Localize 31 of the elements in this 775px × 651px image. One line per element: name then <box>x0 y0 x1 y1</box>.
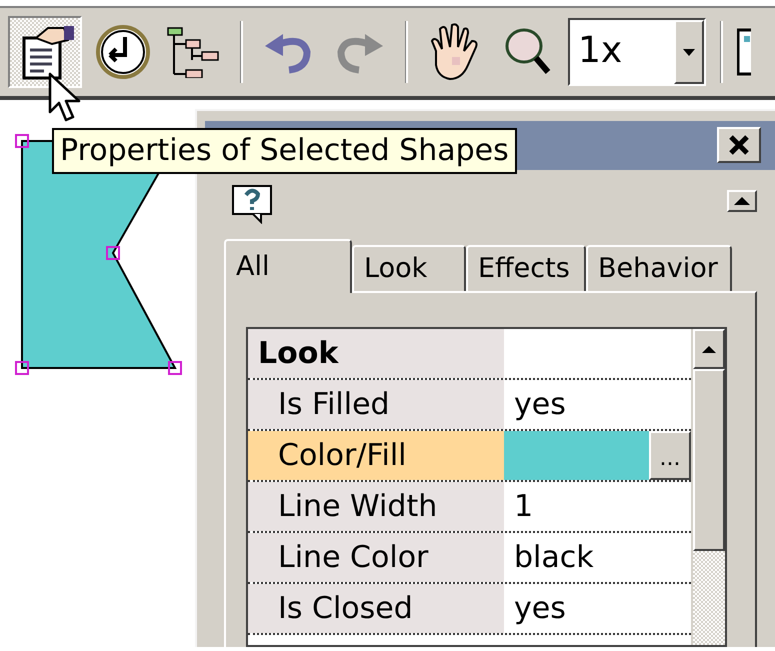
dropdown-arrow-icon <box>683 48 695 56</box>
close-button[interactable] <box>717 127 761 164</box>
properties-button[interactable] <box>8 16 82 88</box>
clock-icon <box>94 23 152 81</box>
tree-icon <box>166 26 222 78</box>
property-value[interactable]: yes <box>504 584 566 634</box>
property-name[interactable]: Is Closed <box>248 584 504 634</box>
property-value[interactable]: 1 <box>504 482 534 532</box>
tooltip: Properties of Selected Shapes <box>52 128 517 174</box>
category-header[interactable]: Look <box>248 329 504 378</box>
property-name[interactable]: Line Width <box>248 482 504 532</box>
up-arrow-icon <box>702 346 716 353</box>
scroll-up-button[interactable] <box>693 329 725 370</box>
color-swatch[interactable] <box>504 431 649 480</box>
scrollbar-thumb[interactable] <box>693 369 725 552</box>
up-arrow-icon <box>734 196 750 205</box>
zoom-dropdown[interactable]: 1x <box>568 18 706 86</box>
property-name[interactable]: Line Color <box>248 533 504 582</box>
collapse-button[interactable] <box>727 190 757 212</box>
tab[interactable]: Behavior <box>586 245 732 292</box>
property-value[interactable]: yes <box>504 380 566 430</box>
tab[interactable]: All <box>224 239 352 294</box>
tab[interactable]: Look <box>352 245 466 292</box>
property-name[interactable]: Color/Fill <box>248 431 504 480</box>
close-icon <box>728 135 750 156</box>
browse-button[interactable]: ... <box>649 431 691 480</box>
property-name[interactable]: Is Filled <box>248 380 504 430</box>
tab[interactable]: Effects <box>466 245 586 292</box>
help-icon[interactable] <box>231 184 275 224</box>
mouse-cursor-icon <box>48 72 82 124</box>
property-value[interactable]: black <box>504 533 594 582</box>
